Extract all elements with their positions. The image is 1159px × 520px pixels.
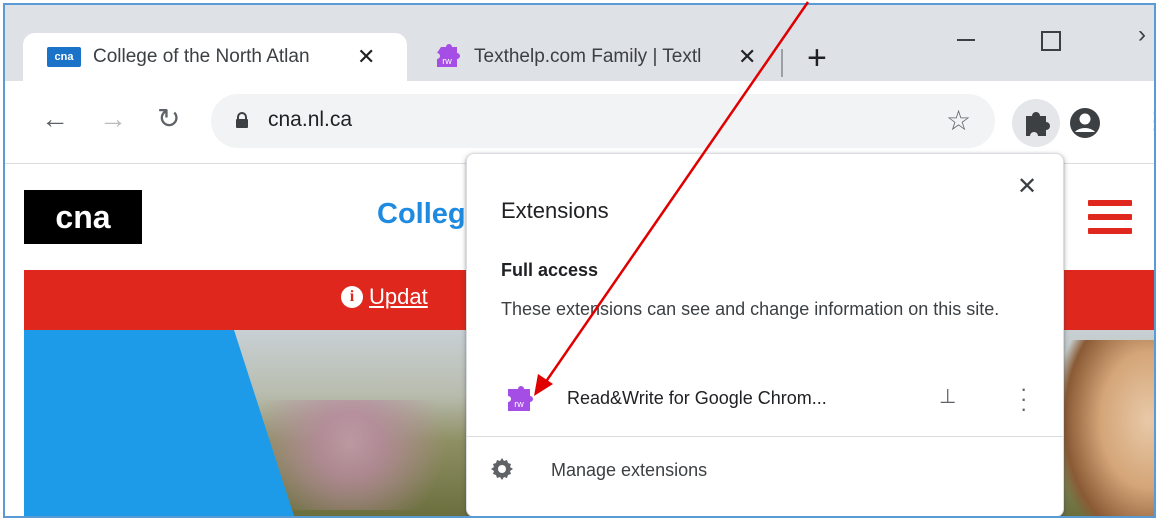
url-text[interactable]: cna.nl.ca (268, 108, 352, 132)
reload-button[interactable]: ↻ (157, 105, 180, 133)
forward-button[interactable]: → (99, 105, 127, 133)
browser-window: cna College of the North Atlan ✕ rw Text… (3, 3, 1156, 518)
close-tab-icon[interactable]: ✕ (738, 44, 756, 70)
hamburger-menu-icon[interactable] (1088, 200, 1132, 242)
tab-divider (781, 49, 783, 77)
lock-icon[interactable] (235, 112, 249, 128)
maximize-button[interactable] (1041, 31, 1061, 51)
cna-favicon-icon: cna (47, 47, 81, 67)
star-icon[interactable]: ☆ (946, 104, 971, 137)
hero-flowers (254, 400, 494, 510)
banner-link[interactable]: i Updat (341, 284, 428, 310)
profile-button[interactable] (1067, 105, 1103, 146)
profile-icon (1070, 108, 1100, 138)
tab-title: College of the North Atlan (93, 46, 310, 67)
readwrite-icon[interactable]: rw (503, 384, 535, 414)
pin-icon[interactable]: ⊥ (939, 384, 956, 409)
svg-text:rw: rw (514, 399, 524, 409)
divider (467, 436, 1063, 437)
extensions-popup: Extensions ✕ Full access These extension… (466, 153, 1064, 516)
extension-row-readwrite[interactable]: rw Read&Write for Google Chrom... ⊥ · · · (467, 374, 1063, 426)
close-icon[interactable]: ✕ (1017, 172, 1037, 201)
kebab-icon[interactable]: · · · (1020, 378, 1027, 420)
new-tab-button[interactable]: + (807, 41, 827, 75)
popup-title: Extensions (501, 198, 609, 223)
close-tab-icon[interactable]: ✕ (357, 44, 375, 70)
extension-name[interactable]: Read&Write for Google Chrom... (567, 388, 827, 409)
cna-logo[interactable]: cna (24, 190, 142, 244)
extensions-button[interactable] (1012, 99, 1060, 147)
site-title: Colleg (377, 198, 466, 230)
window-close-chevron-icon[interactable]: › (1138, 21, 1146, 49)
svg-text:rw: rw (442, 56, 452, 66)
tab-title: Texthelp.com Family | Textl (474, 46, 702, 67)
section-description: These extensions can see and change info… (501, 299, 1000, 319)
hero-person (1064, 340, 1154, 516)
tab-cna[interactable]: cna College of the North Atlan ✕ (23, 33, 407, 81)
tab-strip: cna College of the North Atlan ✕ rw Text… (5, 5, 1154, 81)
tab-texthelp[interactable]: rw Texthelp.com Family | Textl ✕ (420, 33, 780, 81)
section-title: Full access (501, 260, 599, 280)
banner-link-text[interactable]: Updat (369, 284, 428, 310)
address-bar[interactable]: cna.nl.ca ☆ (211, 94, 995, 148)
minimize-button[interactable] (957, 39, 975, 41)
more-menu-icon[interactable]: ⋮ (1143, 107, 1154, 136)
manage-extensions-label[interactable]: Manage extensions (551, 460, 707, 481)
info-icon: i (341, 286, 363, 308)
manage-extensions-item[interactable]: Manage extensions (467, 444, 1063, 500)
puzzle-icon (1026, 112, 1050, 136)
back-button[interactable]: ← (41, 105, 69, 133)
gear-icon (491, 458, 513, 480)
readwrite-favicon-icon: rw (432, 43, 462, 71)
browser-toolbar: ← → ↻ cna.nl.ca ☆ ⋮ (5, 81, 1154, 164)
